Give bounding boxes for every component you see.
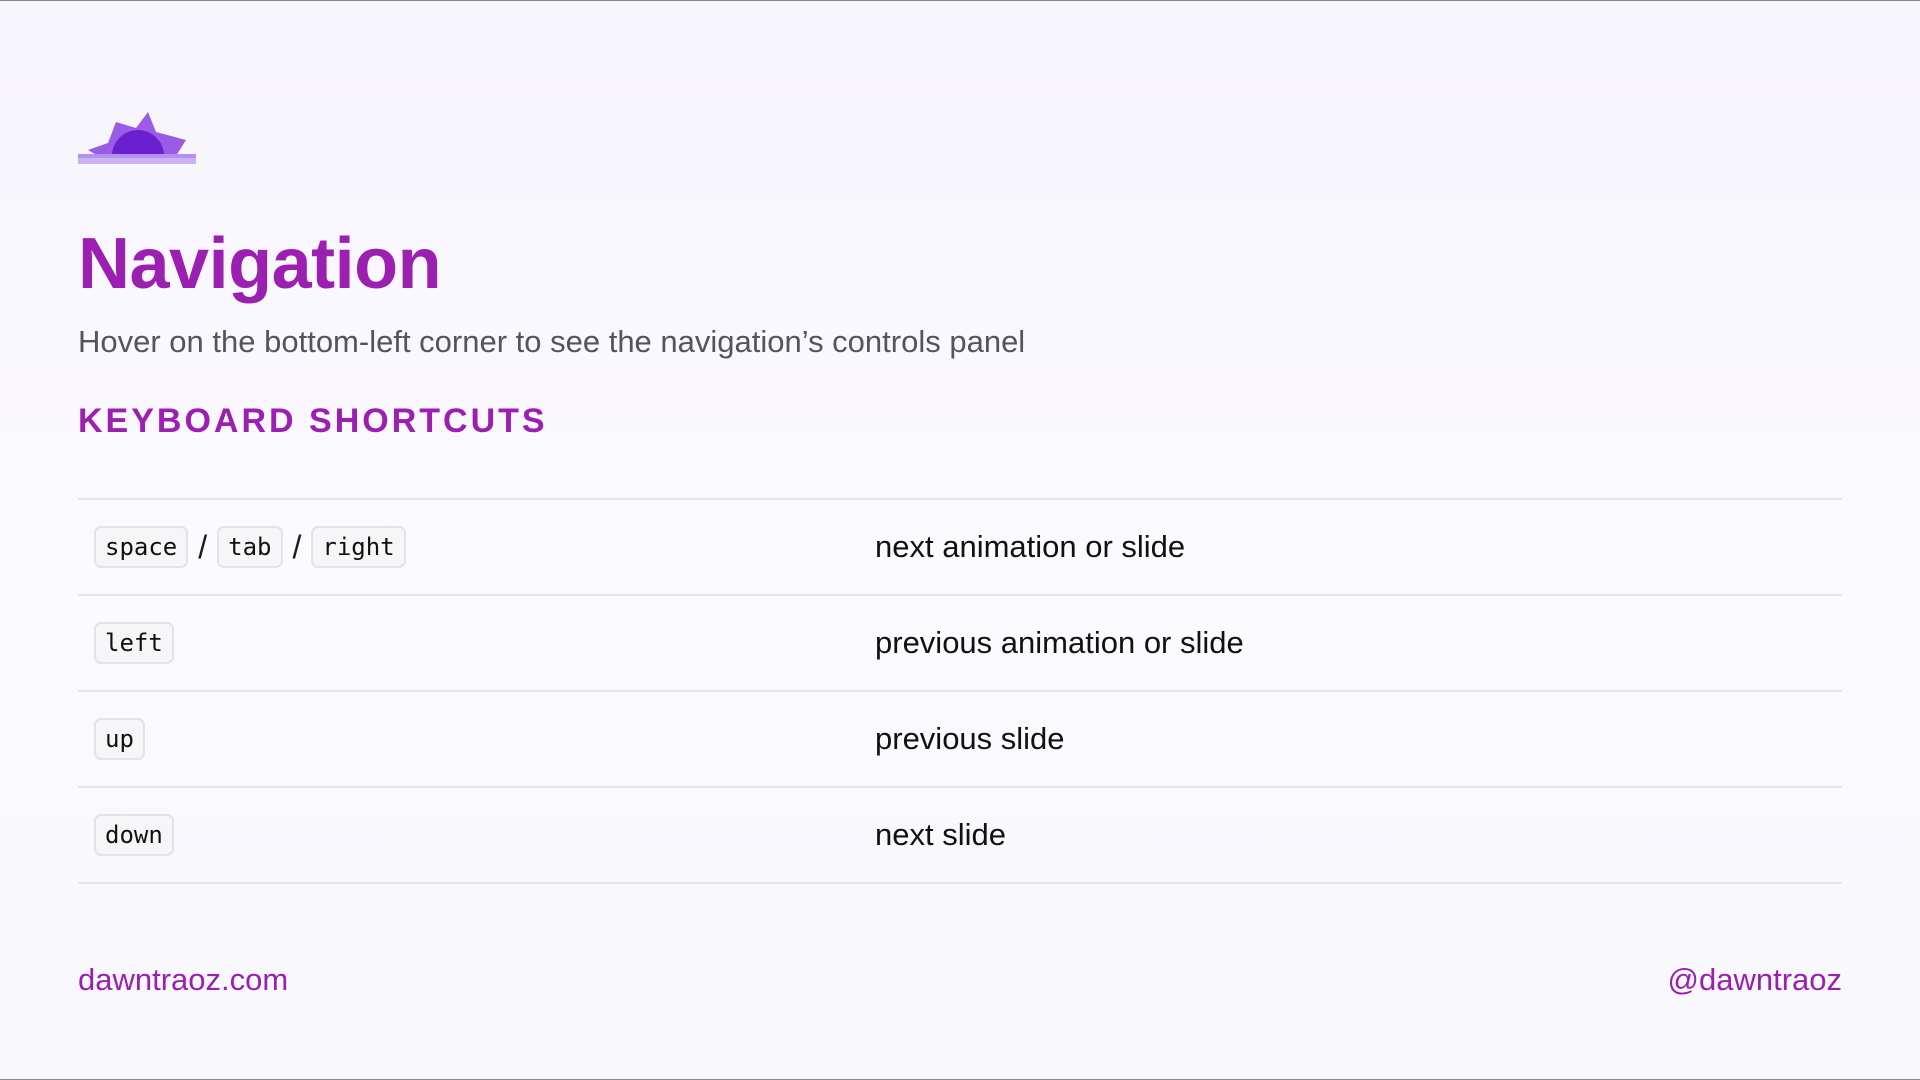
page-title: Navigation: [78, 224, 442, 304]
table-row: space / tab / right next animation or sl…: [78, 500, 1842, 596]
key-combo: space / tab / right: [94, 500, 406, 594]
key-right: right: [311, 526, 406, 568]
key-combo: down: [94, 788, 174, 882]
sunrise-logo-icon: [78, 112, 196, 164]
table-row: left previous animation or slide: [78, 596, 1842, 692]
key-tab: tab: [217, 526, 283, 568]
shortcuts-table: space / tab / right next animation or sl…: [78, 498, 1842, 884]
slide: Navigation Hover on the bottom-left corn…: [78, 0, 1842, 1080]
key-separator: /: [198, 528, 208, 565]
section-heading: KEYBOARD SHORTCUTS: [78, 402, 548, 440]
table-row: up previous slide: [78, 692, 1842, 788]
key-combo: left: [94, 596, 174, 690]
table-row: down next slide: [78, 788, 1842, 884]
shortcut-description: next slide: [875, 817, 1006, 852]
key-separator: /: [292, 528, 302, 565]
shortcut-description: next animation or slide: [875, 529, 1186, 564]
key-down: down: [94, 814, 174, 856]
shortcut-description: previous slide: [875, 721, 1065, 756]
key-left: left: [94, 622, 174, 664]
key-combo: up: [94, 692, 145, 786]
social-handle-link[interactable]: @dawntraoz: [1668, 960, 1843, 1000]
key-space: space: [94, 526, 189, 568]
website-link[interactable]: dawntraoz.com: [78, 960, 288, 1000]
shortcut-description: previous animation or slide: [875, 625, 1244, 660]
key-up: up: [94, 718, 145, 760]
page-subtitle: Hover on the bottom-left corner to see t…: [78, 324, 1026, 359]
